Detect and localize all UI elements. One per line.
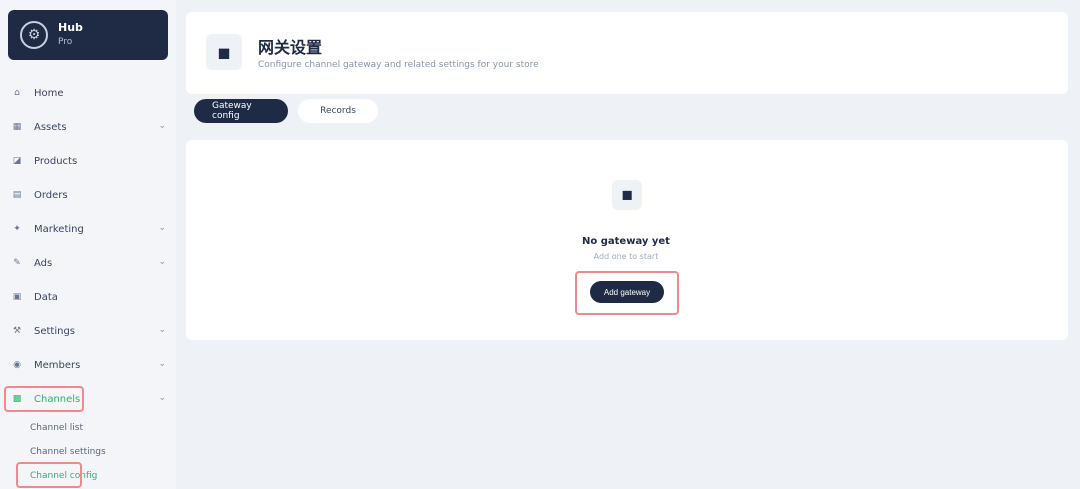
edit-icon: ✎ (13, 258, 21, 268)
add-gateway-button[interactable]: Add gateway (590, 281, 664, 303)
box-icon: ◪ (12, 156, 22, 166)
page-header: ◼ 网关设置 Configure channel gateway and rel… (186, 12, 1068, 94)
users-icon: ◉ (13, 360, 21, 370)
brand-title: Hub (58, 21, 83, 34)
chevron-down-icon[interactable]: ⌄ (158, 121, 166, 131)
sidebar-item[interactable]: ⌂ Home (0, 76, 176, 110)
tab-bar: Gateway config Records (194, 99, 378, 123)
page-title: 网关设置 (258, 38, 323, 57)
chevron-down-icon[interactable]: ⌄ (158, 393, 166, 403)
sidebar-item[interactable]: ▤ Orders (0, 178, 176, 212)
sidebar-item[interactable]: ◉ Members ⌄ (0, 348, 176, 382)
sidebar-item-label: Assets (34, 121, 67, 133)
sidebar-subitem[interactable]: Channel config (0, 462, 176, 488)
grid-icon: ▣ (12, 292, 22, 302)
sidebar-item[interactable]: ✎ Ads ⌄ (0, 246, 176, 280)
tab-records[interactable]: Records (298, 99, 378, 123)
chevron-down-icon[interactable]: ⌄ (158, 325, 166, 335)
sidebar-item-label: Data (34, 291, 58, 303)
sidebar-subitem-label: Channel settings (30, 447, 106, 457)
home-icon: ⌂ (14, 88, 20, 98)
brand-subtitle: Pro (58, 37, 73, 47)
sidebar-item-label: Ads (34, 257, 53, 269)
chevron-down-icon[interactable]: ⌄ (158, 223, 166, 233)
page-description: Configure channel gateway and related se… (258, 60, 539, 70)
sidebar-subitem-label: Channel list (30, 423, 84, 433)
sidebar-item[interactable]: ✦ Marketing ⌄ (0, 212, 176, 246)
empty-state-card: ◼ No gateway yet Add one to start Add ga… (186, 140, 1068, 340)
brand-card[interactable]: ⚙ Hub Pro (8, 10, 168, 60)
sidebar: ⚙ Hub Pro ⌂ Home ▦ Assets ⌄ ◪ Products ▤ Orders ✦… (0, 0, 176, 489)
sidebar-item[interactable]: ◪ Products (0, 144, 176, 178)
tab-gateway-config[interactable]: Gateway config (194, 99, 288, 123)
gateway-icon: ◼ (206, 34, 242, 70)
sidebar-item-label: Home (34, 87, 64, 99)
sidebar-nav: ⌂ Home ▦ Assets ⌄ ◪ Products ▤ Orders ✦ Marketing ⌄… (0, 76, 176, 488)
chevron-down-icon[interactable]: ⌄ (158, 359, 166, 369)
brand-logo-icon: ⚙ (20, 21, 48, 49)
sidebar-item[interactable]: ⚒ Settings ⌄ (0, 314, 176, 348)
sidebar-subitem[interactable]: Channel settings (0, 440, 176, 464)
sidebar-item-label: Members (34, 359, 81, 371)
tool-icon: ⚒ (12, 326, 22, 336)
empty-gateway-icon: ◼ (612, 180, 642, 210)
megaphone-icon: ✦ (13, 224, 21, 234)
sidebar-item-label: Orders (34, 189, 68, 201)
folder-icon: ▦ (12, 122, 22, 132)
sidebar-item-label: Settings (34, 325, 76, 337)
chevron-down-icon[interactable]: ⌄ (158, 257, 166, 267)
sidebar-subitem[interactable]: Channel list (0, 416, 176, 440)
active-item-highlight (4, 386, 84, 412)
sidebar-item[interactable]: ▦ Assets ⌄ (0, 110, 176, 144)
list-icon: ▤ (12, 190, 22, 200)
sidebar-item[interactable]: ▣ Data (0, 280, 176, 314)
sidebar-item[interactable]: ▩ Channels ⌄ (0, 382, 176, 416)
empty-state-title: No gateway yet (582, 236, 670, 247)
empty-state-subtitle: Add one to start (593, 252, 659, 261)
sidebar-item-label: Products (34, 155, 78, 167)
active-subitem-highlight (16, 462, 82, 488)
sidebar-item-label: Marketing (34, 223, 84, 235)
